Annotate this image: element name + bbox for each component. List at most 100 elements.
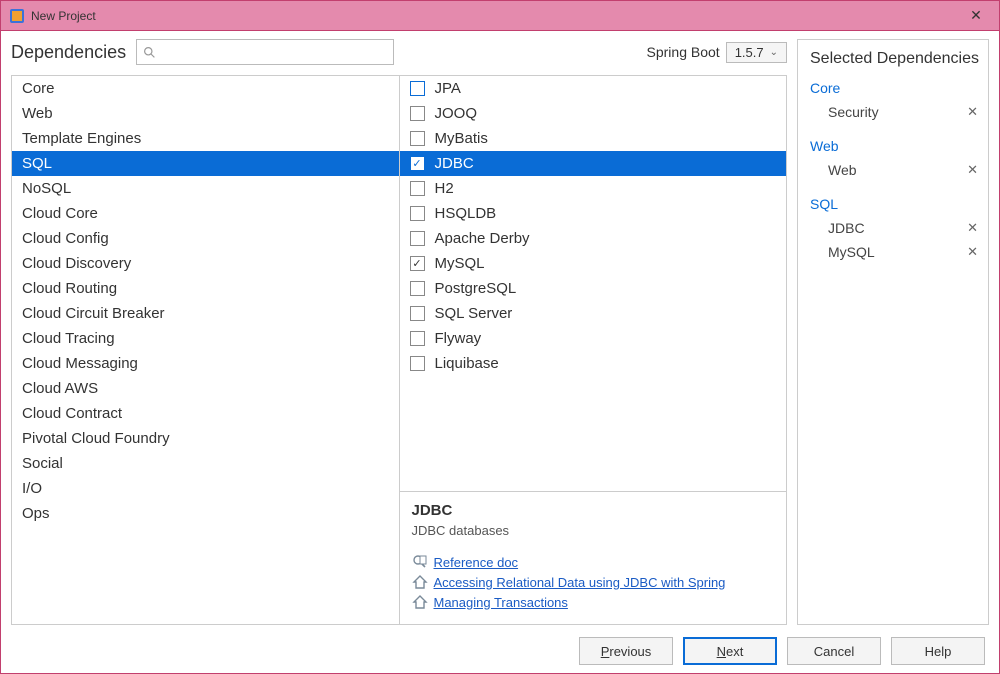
remove-icon[interactable]: ✕ bbox=[967, 162, 978, 178]
remove-icon[interactable]: ✕ bbox=[967, 220, 978, 236]
remove-icon[interactable]: ✕ bbox=[967, 104, 978, 120]
dependency-item[interactable]: ✓ JDBC bbox=[400, 151, 787, 176]
category-item[interactable]: Cloud Routing bbox=[12, 276, 399, 301]
dependency-label: HSQLDB bbox=[435, 205, 497, 222]
checkbox-icon[interactable] bbox=[410, 331, 425, 346]
dependency-item[interactable]: Flyway bbox=[400, 326, 787, 351]
springboot-label: Spring Boot bbox=[647, 44, 720, 60]
detail-link-text[interactable]: Accessing Relational Data using JDBC wit… bbox=[434, 575, 726, 590]
dependency-label: Liquibase bbox=[435, 355, 499, 372]
dependency-item[interactable]: ✓ MySQL bbox=[400, 251, 787, 276]
dependency-label: Apache Derby bbox=[435, 230, 530, 247]
dependency-item[interactable]: Liquibase bbox=[400, 351, 787, 376]
selected-group-header: Web bbox=[810, 134, 980, 158]
selected-group: Core Security ✕ bbox=[810, 76, 980, 124]
detail-link-text[interactable]: Reference doc bbox=[434, 555, 519, 570]
dependency-item[interactable]: HSQLDB bbox=[400, 201, 787, 226]
checkbox-icon[interactable] bbox=[410, 206, 425, 221]
detail-description: JDBC databases bbox=[412, 523, 775, 538]
detail-link[interactable]: Managing Transactions bbox=[412, 594, 775, 610]
category-item[interactable]: Cloud Core bbox=[12, 201, 399, 226]
category-item[interactable]: Core bbox=[12, 76, 399, 101]
selected-panel-title: Selected Dependencies bbox=[810, 50, 980, 68]
home-icon bbox=[412, 574, 428, 590]
checkbox-icon[interactable] bbox=[410, 231, 425, 246]
springboot-version-row: Spring Boot 1.5.7 ⌄ bbox=[647, 42, 787, 63]
category-item[interactable]: I/O bbox=[12, 476, 399, 501]
category-item[interactable]: Cloud Messaging bbox=[12, 351, 399, 376]
checkbox-icon[interactable] bbox=[410, 106, 425, 121]
dependency-item[interactable]: JOOQ bbox=[400, 101, 787, 126]
checkbox-icon[interactable]: ✓ bbox=[410, 256, 425, 271]
dependency-column: JPA JOOQ MyBatis ✓ JDBC H2 HSQLDB Apache Derby ✓… bbox=[400, 76, 787, 624]
selected-item: MySQL ✕ bbox=[810, 240, 980, 264]
category-item[interactable]: NoSQL bbox=[12, 176, 399, 201]
category-item[interactable]: Cloud Discovery bbox=[12, 251, 399, 276]
detail-panel: JDBC JDBC databases Reference doc Accessi… bbox=[400, 491, 787, 624]
titlebar[interactable]: New Project ✕ bbox=[1, 1, 999, 31]
category-item[interactable]: Template Engines bbox=[12, 126, 399, 151]
selected-item-label: Security bbox=[828, 104, 879, 120]
category-item[interactable]: Cloud AWS bbox=[12, 376, 399, 401]
dependency-list[interactable]: JPA JOOQ MyBatis ✓ JDBC H2 HSQLDB Apache Derby ✓… bbox=[400, 76, 787, 491]
selected-group-header: SQL bbox=[810, 192, 980, 216]
selected-item-label: MySQL bbox=[828, 244, 875, 260]
button-bar: Previous Next Cancel Help bbox=[1, 629, 999, 673]
checkbox-icon[interactable] bbox=[410, 356, 425, 371]
checkbox-icon[interactable] bbox=[410, 306, 425, 321]
category-item[interactable]: Ops bbox=[12, 501, 399, 526]
selected-item: JDBC✕ bbox=[810, 216, 980, 240]
checkbox-icon[interactable] bbox=[410, 181, 425, 196]
dependency-label: MySQL bbox=[435, 255, 485, 272]
dependency-item[interactable]: MyBatis bbox=[400, 126, 787, 151]
category-item[interactable]: Cloud Contract bbox=[12, 401, 399, 426]
category-item[interactable]: Pivotal Cloud Foundry bbox=[12, 426, 399, 451]
dependency-item[interactable]: SQL Server bbox=[400, 301, 787, 326]
dependency-item[interactable]: PostgreSQL bbox=[400, 276, 787, 301]
dependency-item[interactable]: JPA bbox=[400, 76, 787, 101]
category-item[interactable]: Social bbox=[12, 451, 399, 476]
dependency-item[interactable]: H2 bbox=[400, 176, 787, 201]
category-list[interactable]: CoreWebTemplate EnginesSQLNoSQLCloud Cor… bbox=[12, 76, 400, 624]
selected-group-header: Core bbox=[810, 76, 980, 100]
search-field-wrap[interactable] bbox=[136, 39, 394, 65]
next-button[interactable]: Next bbox=[683, 637, 777, 665]
dependency-label: MyBatis bbox=[435, 130, 488, 147]
springboot-version-value: 1.5.7 bbox=[735, 45, 764, 60]
dependency-item[interactable]: Apache Derby bbox=[400, 226, 787, 251]
category-item[interactable]: Web bbox=[12, 101, 399, 126]
detail-link[interactable]: Reference doc bbox=[412, 554, 775, 570]
category-item[interactable]: Cloud Tracing bbox=[12, 326, 399, 351]
previous-button[interactable]: Previous bbox=[579, 637, 673, 665]
checkbox-icon[interactable] bbox=[410, 281, 425, 296]
lists: CoreWebTemplate EnginesSQLNoSQLCloud Cor… bbox=[11, 75, 787, 625]
dependency-label: JOOQ bbox=[435, 105, 478, 122]
new-project-dialog: New Project ✕ Dependencies Spring Boot 1… bbox=[0, 0, 1000, 674]
checkbox-icon[interactable] bbox=[410, 81, 425, 96]
category-item[interactable]: Cloud Circuit Breaker bbox=[12, 301, 399, 326]
selected-dependencies-panel: Selected Dependencies CoreSecurity✕WebWe… bbox=[797, 39, 989, 625]
remove-icon[interactable]: ✕ bbox=[967, 244, 978, 260]
detail-link-text[interactable]: Managing Transactions bbox=[434, 595, 568, 610]
detail-link[interactable]: Accessing Relational Data using JDBC wit… bbox=[412, 574, 775, 590]
springboot-version-select[interactable]: 1.5.7 ⌄ bbox=[726, 42, 787, 63]
category-item[interactable]: SQL bbox=[12, 151, 399, 176]
left-pane: Dependencies Spring Boot 1.5.7 ⌄ CoreWe bbox=[11, 39, 787, 625]
dependency-label: PostgreSQL bbox=[435, 280, 517, 297]
dependency-label: Flyway bbox=[435, 330, 482, 347]
checkbox-icon[interactable]: ✓ bbox=[410, 156, 425, 171]
selected-item: Web ✕ bbox=[810, 158, 980, 182]
help-button[interactable]: Help bbox=[891, 637, 985, 665]
search-input[interactable] bbox=[160, 45, 387, 60]
dependencies-title: Dependencies bbox=[11, 42, 126, 63]
category-item[interactable]: Cloud Config bbox=[12, 226, 399, 251]
detail-title: JDBC bbox=[412, 502, 775, 519]
selected-item-label: Web bbox=[828, 162, 857, 178]
cancel-button[interactable]: Cancel bbox=[787, 637, 881, 665]
dependency-label: JDBC bbox=[435, 155, 474, 172]
app-icon bbox=[9, 8, 25, 24]
close-icon[interactable]: ✕ bbox=[961, 7, 991, 24]
checkbox-icon[interactable] bbox=[410, 131, 425, 146]
dependency-label: JPA bbox=[435, 80, 461, 97]
content: Dependencies Spring Boot 1.5.7 ⌄ CoreWe bbox=[1, 31, 999, 629]
